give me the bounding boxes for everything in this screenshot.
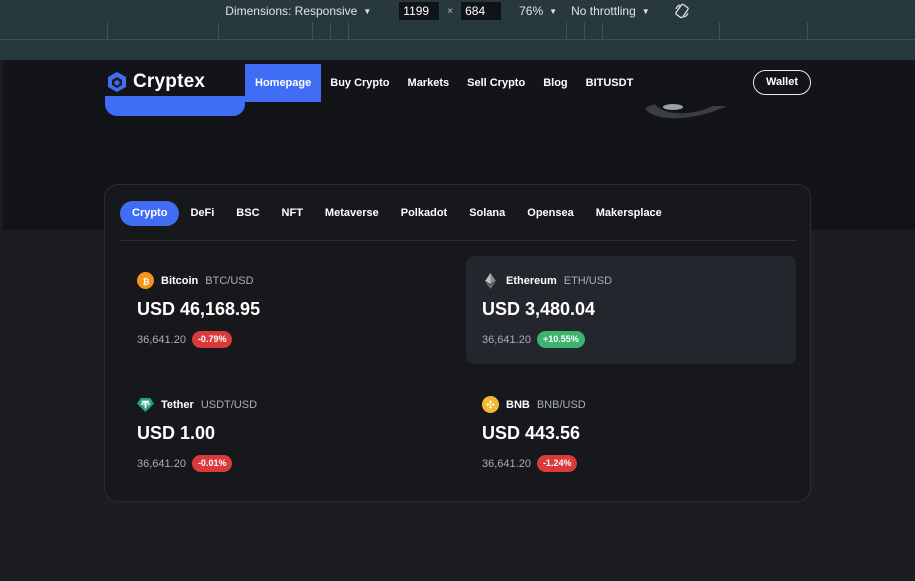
coin-name: Tether [161,398,194,411]
coin-pair: USDT/USD [200,398,258,411]
bnb-icon [482,396,499,413]
coin-card-ethereum[interactable]: Ethereum ETH/USD USD 3,480.04 36,641.20 … [466,256,796,364]
coin-pair: ETH/USD [563,274,613,287]
page-viewport: Cryptex Homepage Buy Crypto Markets Sell… [3,60,915,581]
tab-nft[interactable]: NFT [271,201,314,226]
tab-defi[interactable]: DeFi [179,201,225,226]
coin-name: BNB [506,398,530,411]
tabs-divider [120,240,797,241]
brand-logo[interactable]: Cryptex [107,71,205,93]
coin-volume: 36,641.20 [482,333,531,346]
coin-volume: 36,641.20 [482,457,531,470]
brand-name: Cryptex [133,71,206,92]
ethereum-icon [482,272,499,289]
change-badge: -0.01% [191,455,233,472]
coin-name: Bitcoin [161,274,199,287]
coin-pair: BNB/USD [536,398,586,411]
coin-pair: BTC/USD [205,274,254,287]
throttling-value: No throttling [571,4,636,18]
tab-bsc[interactable]: BSC [225,201,270,226]
zoom-dropdown[interactable]: 76% ▼ [519,4,571,18]
coin-card-bnb[interactable]: BNB BNB/USD USD 443.56 36,641.20 -1.24% [466,380,796,488]
navbar: Cryptex Homepage Buy Crypto Markets Sell… [3,60,915,104]
market-panel: Crypto DeFi BSC NFT Metaverse Polkadot S… [104,184,811,502]
tab-polkadot[interactable]: Polkadot [390,201,458,226]
caret-down-icon: ▼ [363,6,372,16]
nav-buy-crypto[interactable]: Buy Crypto [321,64,398,102]
dimensions-dropdown[interactable]: Dimensions: Responsive ▼ [225,4,399,18]
width-input[interactable] [399,2,440,20]
coin-volume: 36,641.20 [137,333,186,346]
tab-crypto[interactable]: Crypto [120,201,180,226]
media-query-bar [0,22,915,40]
times-separator: × [447,5,454,17]
coin-price: USD 443.56 [482,423,581,443]
nav-homepage[interactable]: Homepage [245,64,322,102]
coin-card-tether[interactable]: Tether USDT/USD USD 1.00 36,641.20 -0.01… [121,380,451,488]
ruler-bar [0,40,915,60]
change-badge: +10.55% [536,331,585,348]
svg-text:₿: ₿ [142,276,149,286]
nav-blog[interactable]: Blog [534,64,576,102]
tab-metaverse[interactable]: Metaverse [314,201,390,226]
rotate-icon[interactable] [674,3,690,19]
height-input[interactable] [461,2,502,20]
cube-logo-icon [108,72,126,92]
caret-down-icon: ▼ [641,6,650,16]
change-badge: -1.24% [536,455,578,472]
coin-price: USD 1.00 [137,423,216,443]
nav-markets[interactable]: Markets [399,64,459,102]
wallet-button[interactable]: Wallet [753,70,811,95]
caret-down-icon: ▼ [549,6,558,16]
bitcoin-icon: ₿ [137,272,154,289]
nav-bitusdt[interactable]: BITUSDT [577,64,643,102]
coin-volume: 36,641.20 [137,457,186,470]
change-badge: -0.79% [191,331,233,348]
devtools-device-toolbar: Dimensions: Responsive ▼ × 76% ▼ No thro… [0,0,915,22]
coin-name: Ethereum [506,274,557,287]
tab-makersplace[interactable]: Makersplace [585,201,673,226]
coin-price: USD 46,168.95 [137,299,261,319]
nav-sell-crypto[interactable]: Sell Crypto [458,64,534,102]
hero-coin-image [645,104,727,119]
tab-solana[interactable]: Solana [458,201,516,226]
tether-icon [137,396,154,413]
zoom-value: 76% [519,4,544,18]
throttling-dropdown[interactable]: No throttling ▼ [571,4,668,18]
dimensions-label: Dimensions: Responsive [225,4,358,18]
coin-price: USD 3,480.04 [482,299,596,319]
coin-card-bitcoin[interactable]: ₿ Bitcoin BTC/USD USD 46,168.95 36,641.2… [121,256,451,364]
main-nav: Homepage Buy Crypto Markets Sell Crypto … [245,64,642,102]
market-tabs: Crypto DeFi BSC NFT Metaverse Polkadot S… [120,201,673,226]
tab-opensea[interactable]: Opensea [516,201,584,226]
